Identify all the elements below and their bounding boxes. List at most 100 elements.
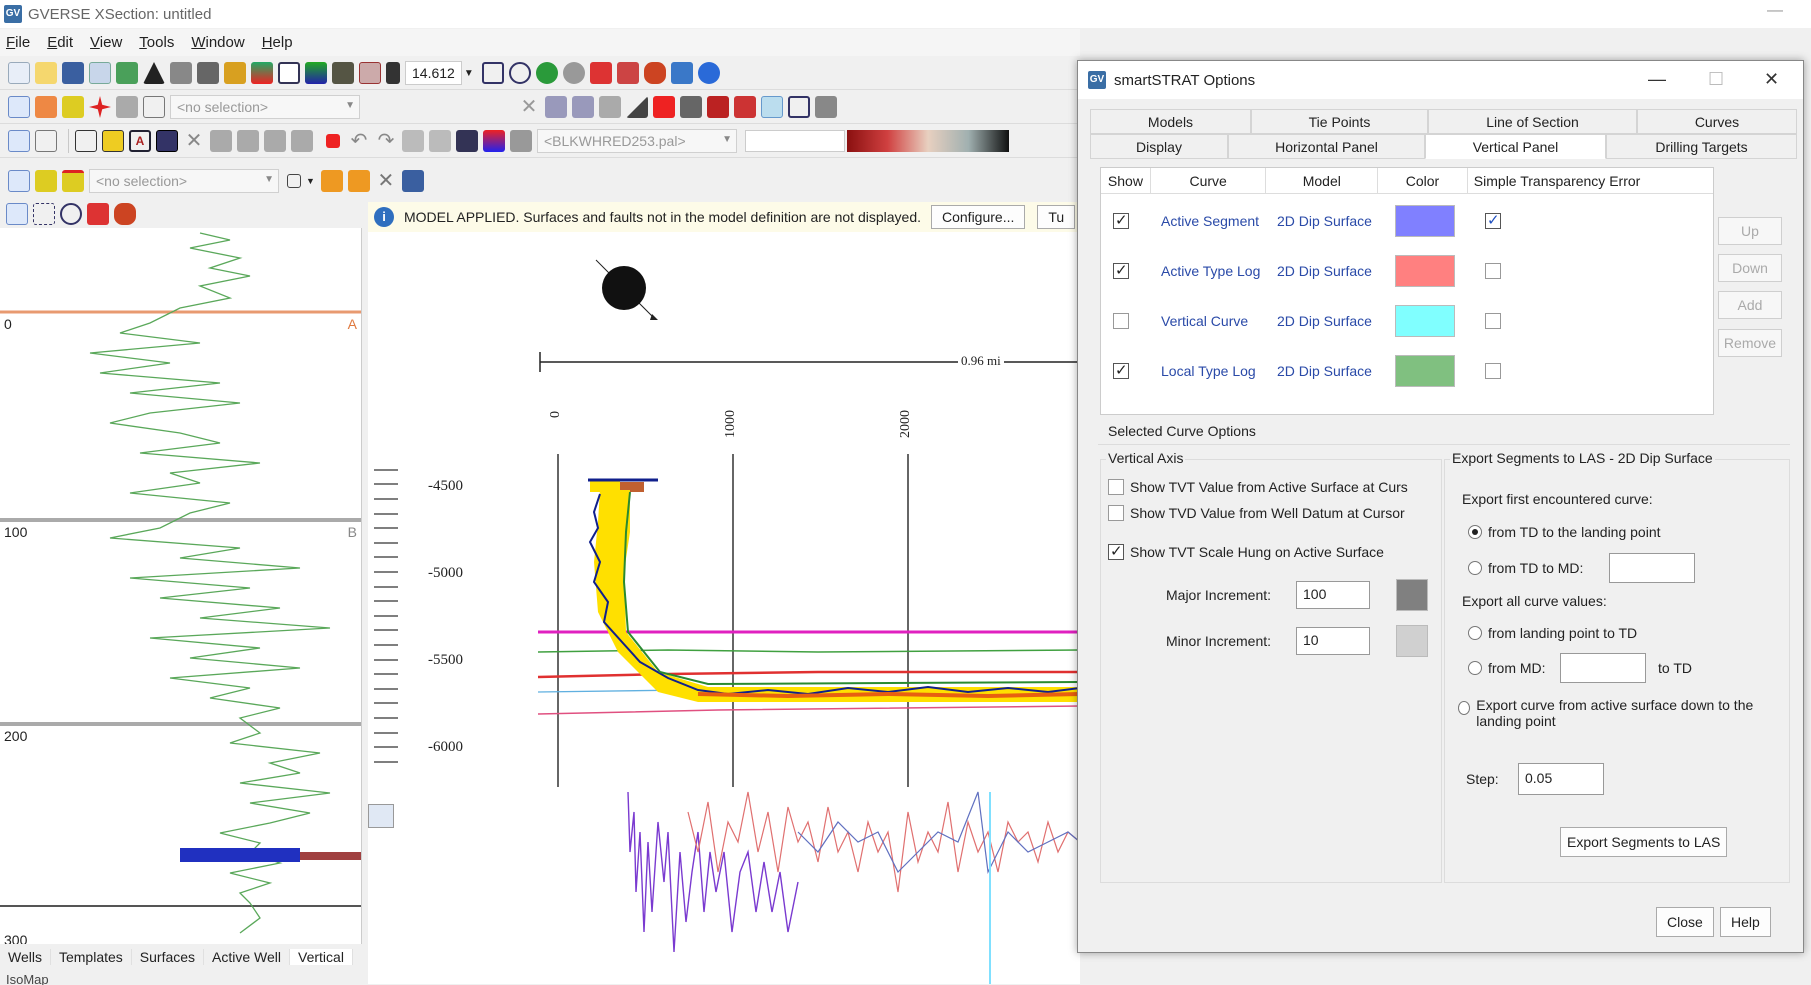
- transparency-checkbox[interactable]: [1485, 363, 1501, 379]
- table-row[interactable]: Active Segment 2D Dip Surface: [1101, 196, 1715, 246]
- surface-selection-combo[interactable]: <no selection>: [89, 168, 279, 193]
- stamp-icon[interactable]: [116, 96, 138, 118]
- well-log-panel[interactable]: 0 100 200 300 A B: [0, 228, 362, 956]
- first-md-input[interactable]: [1609, 553, 1696, 583]
- help-button[interactable]: Help: [1720, 907, 1771, 937]
- minor-increment-color[interactable]: [1396, 625, 1428, 657]
- all-md-input[interactable]: [1560, 653, 1646, 683]
- well-icon[interactable]: [170, 62, 192, 84]
- minimize-icon[interactable]: —: [1767, 2, 1783, 20]
- help-icon[interactable]: [697, 62, 720, 84]
- cursor-icon[interactable]: [599, 96, 621, 118]
- tab-tie-points[interactable]: Tie Points: [1251, 109, 1428, 134]
- redo-icon[interactable]: ↷: [375, 130, 397, 152]
- left-magnifier-icon[interactable]: [60, 203, 82, 225]
- left-zoom-box-icon[interactable]: [33, 203, 55, 225]
- stop-icon[interactable]: [326, 134, 340, 148]
- columns-icon[interactable]: [197, 62, 219, 84]
- show-checkbox[interactable]: [1113, 313, 1129, 329]
- tab-curves[interactable]: Curves: [1637, 109, 1797, 134]
- selection-combo[interactable]: <no selection>: [170, 95, 360, 119]
- show-tvt-scale-option[interactable]: Show TVT Scale Hung on Active Surface: [1108, 542, 1384, 560]
- table-row[interactable]: Active Type Log 2D Dip Surface: [1101, 246, 1715, 296]
- forward-icon[interactable]: [562, 62, 585, 84]
- back-icon[interactable]: [535, 62, 558, 84]
- star-icon[interactable]: [89, 96, 111, 118]
- undo-icon[interactable]: ↶: [348, 130, 370, 152]
- list-icon[interactable]: [456, 130, 478, 152]
- configure-button[interactable]: Configure...: [931, 205, 1026, 229]
- smartstrat-icon[interactable]: [761, 96, 783, 118]
- surface-flag-icon[interactable]: [62, 169, 84, 192]
- tab-line-of-section[interactable]: Line of Section: [1428, 109, 1637, 134]
- dialog-close-icon[interactable]: ✕: [1764, 69, 1779, 90]
- show-tvd-checkbox[interactable]: [1108, 505, 1124, 521]
- fit-width-icon[interactable]: [616, 62, 639, 84]
- show-checkbox[interactable]: [1113, 211, 1129, 229]
- close-x-icon[interactable]: ✕: [518, 96, 540, 118]
- menu-tools[interactable]: Tools: [139, 34, 174, 51]
- curve-color-swatch[interactable]: [1395, 205, 1455, 237]
- tab-drilling-targets[interactable]: Drilling Targets: [1606, 134, 1797, 159]
- tab-isomap[interactable]: IsoMap: [6, 972, 49, 985]
- tab-models[interactable]: Models: [1090, 109, 1251, 134]
- polygon-tool-icon[interactable]: [102, 130, 124, 152]
- delete-x-icon[interactable]: ✕: [183, 130, 205, 152]
- pan-arrows-icon[interactable]: [589, 62, 612, 84]
- palette-icon[interactable]: [483, 130, 505, 152]
- menu-edit[interactable]: Edit: [47, 34, 73, 51]
- export-segments-button[interactable]: Export Segments to LAS: [1560, 827, 1728, 857]
- zoom-dropdown-icon[interactable]: ▼: [464, 68, 474, 79]
- show-tvt-active-checkbox[interactable]: [1108, 479, 1124, 495]
- zoom-value[interactable]: 14.612: [405, 61, 462, 85]
- dialog-minimize-icon[interactable]: —: [1648, 69, 1666, 90]
- select-pointer-icon-3[interactable]: [8, 169, 30, 192]
- menu-help[interactable]: Help: [262, 34, 293, 51]
- layers-icon[interactable]: [402, 130, 424, 152]
- surface-color-icon[interactable]: [251, 62, 273, 84]
- first-opt-landing-radio[interactable]: [1468, 525, 1482, 539]
- grid-icon[interactable]: [278, 62, 300, 84]
- save-icon[interactable]: [62, 62, 84, 84]
- tab-templates[interactable]: Templates: [51, 949, 132, 965]
- table-row[interactable]: Vertical Curve 2D Dip Surface: [1101, 296, 1715, 346]
- track-settings-icon[interactable]: [368, 804, 394, 828]
- show-checkbox[interactable]: [1113, 261, 1129, 279]
- up-button[interactable]: Up: [1718, 217, 1782, 245]
- down-button[interactable]: Down: [1718, 254, 1782, 282]
- minor-increment-input[interactable]: 10: [1296, 627, 1370, 655]
- line-tool-icon[interactable]: [75, 130, 97, 152]
- new-file-icon[interactable]: [8, 62, 30, 84]
- surface-pick-icon[interactable]: [35, 169, 57, 192]
- curve-color-swatch[interactable]: [1395, 305, 1455, 337]
- tab-vertical[interactable]: Vertical: [290, 949, 353, 965]
- table-icon[interactable]: [359, 62, 381, 84]
- cross-section-plot[interactable]: 1 2 0.96 mi 0 1000 2000 -4500 -5000 -550…: [368, 232, 1080, 984]
- text-u-icon[interactable]: [143, 96, 165, 118]
- bars-icon[interactable]: [680, 96, 702, 118]
- copy-icon[interactable]: [545, 96, 567, 118]
- ungroup-icon[interactable]: [291, 130, 313, 152]
- surface-opt-radio[interactable]: [1458, 701, 1471, 715]
- select-pointer-icon[interactable]: [8, 96, 30, 118]
- fault-icon[interactable]: [224, 62, 246, 84]
- paste-shape-icon[interactable]: [237, 130, 259, 152]
- map-icon[interactable]: [305, 62, 327, 84]
- zoom-scale-icon[interactable]: [386, 62, 400, 84]
- show-checkbox[interactable]: [1113, 361, 1129, 379]
- text-a-icon[interactable]: [788, 96, 810, 118]
- text-tool-icon[interactable]: A: [129, 130, 151, 152]
- curve-color-swatch[interactable]: [1395, 355, 1455, 387]
- tab-surfaces[interactable]: Surfaces: [132, 949, 205, 965]
- tab-active-well[interactable]: Active Well: [204, 949, 291, 965]
- tab-horizontal-panel[interactable]: Horizontal Panel: [1228, 134, 1425, 159]
- layers-2-icon[interactable]: [429, 130, 451, 152]
- surface-opt[interactable]: Export curve from active surface down to…: [1458, 697, 1784, 729]
- all-opt-md-radio[interactable]: [1468, 661, 1482, 675]
- palette-combo[interactable]: <BLKWHRED253.pal>: [537, 129, 737, 153]
- node-edit-icon[interactable]: [35, 130, 57, 152]
- box-tool-icon[interactable]: [156, 130, 178, 152]
- save-surface-icon[interactable]: [401, 169, 424, 192]
- transparency-checkbox[interactable]: [1485, 211, 1501, 229]
- print-icon[interactable]: [89, 62, 111, 84]
